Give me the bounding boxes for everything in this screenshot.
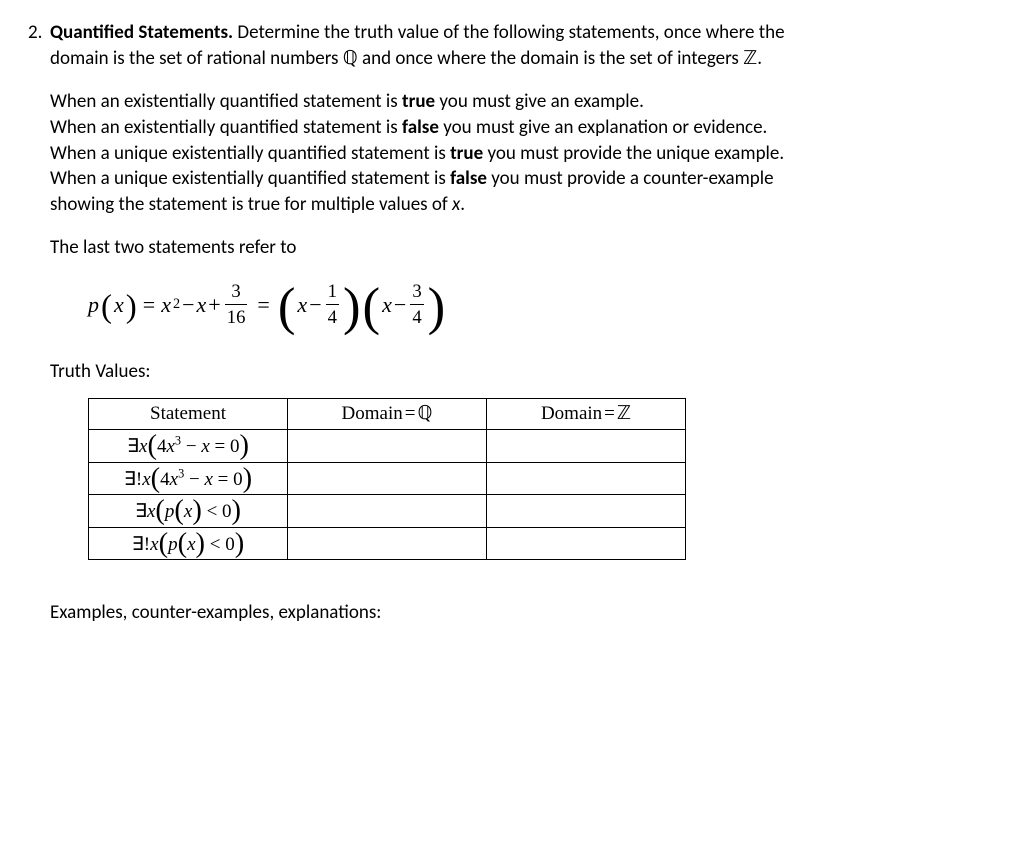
- table-row: ∃!x(p(x) < 0): [89, 527, 686, 560]
- table-row: ∃x(4x3 − x = 0): [89, 429, 686, 462]
- table-row: ∃x(p(x) < 0): [89, 495, 686, 528]
- cell-r2-q[interactable]: [288, 462, 487, 495]
- rationals-symbol: ℚ: [343, 48, 358, 69]
- refer-line: The last two statements refer to: [50, 235, 996, 261]
- table-header-row: Statement Domain=ℚ Domain=ℤ: [89, 399, 686, 430]
- cell-r4-z[interactable]: [487, 527, 686, 560]
- cell-r1-q[interactable]: [288, 429, 487, 462]
- problem-intro: Quantified Statements. Determine the tru…: [50, 20, 785, 71]
- statement-4: ∃!x(p(x) < 0): [89, 527, 288, 560]
- problem-number: 2.: [28, 20, 50, 46]
- cell-r4-q[interactable]: [288, 527, 487, 560]
- examples-label: Examples, counter-examples, explanations…: [50, 600, 996, 626]
- cell-r2-z[interactable]: [487, 462, 686, 495]
- instructions-block: When an existentially quantified stateme…: [50, 89, 996, 217]
- cell-r1-z[interactable]: [487, 429, 686, 462]
- table-row: ∃!x(4x3 − x = 0): [89, 462, 686, 495]
- statement-1: ∃x(4x3 − x = 0): [89, 429, 288, 462]
- fraction-1-4: 14: [326, 279, 339, 330]
- fraction-3-4: 34: [410, 279, 423, 330]
- problem-title: Quantified Statements.: [50, 21, 233, 44]
- header-statement: Statement: [89, 399, 288, 430]
- statement-3: ∃x(p(x) < 0): [89, 495, 288, 528]
- header-domain-q: Domain=ℚ: [288, 399, 487, 430]
- integers-symbol: ℤ: [743, 48, 757, 69]
- p-of-x-definition: p ( x ) = x2 − x + 316 = ( x − 14 ) ( x …: [88, 279, 996, 330]
- truth-table: Statement Domain=ℚ Domain=ℤ ∃x(4x3 − x =…: [88, 398, 686, 560]
- cell-r3-q[interactable]: [288, 495, 487, 528]
- problem-heading: 2. Quantified Statements. Determine the …: [28, 20, 996, 71]
- fraction-3-16: 316: [225, 279, 248, 330]
- header-domain-z: Domain=ℤ: [487, 399, 686, 430]
- truth-values-label: Truth Values:: [50, 359, 996, 385]
- cell-r3-z[interactable]: [487, 495, 686, 528]
- statement-2: ∃!x(4x3 − x = 0): [89, 462, 288, 495]
